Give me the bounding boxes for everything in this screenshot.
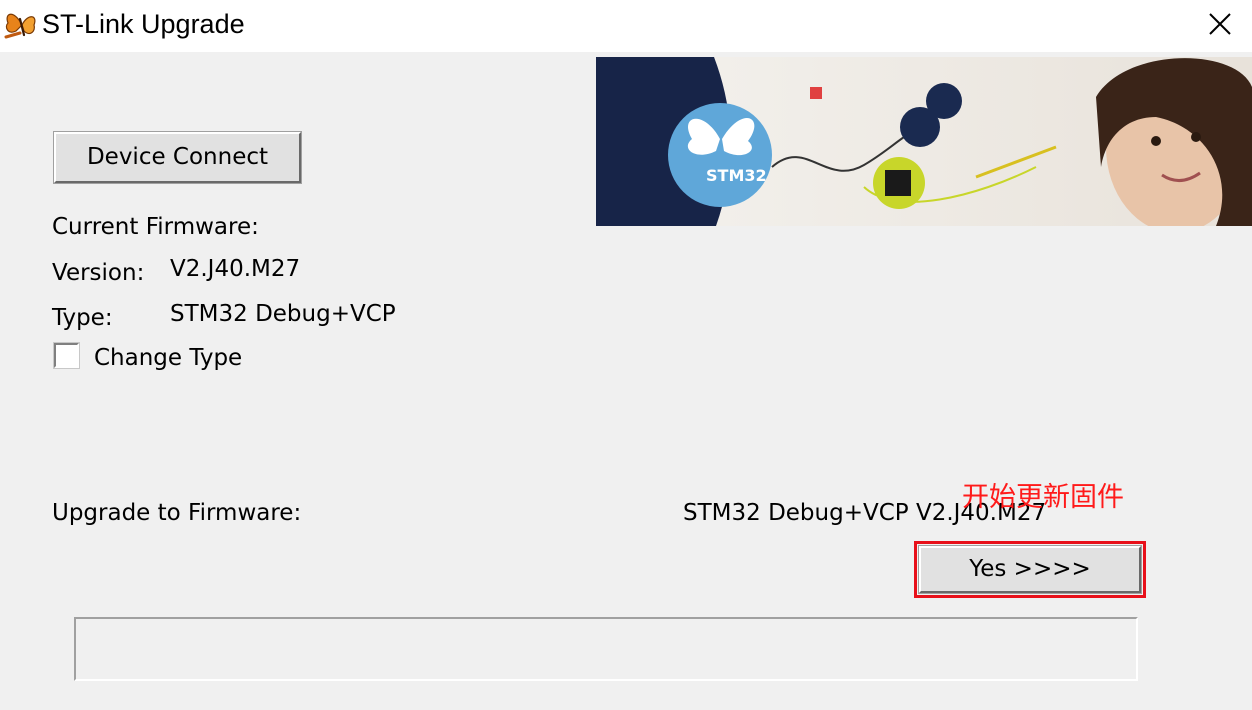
dialog-body: STM32 Device Connect Current Firmware: V… <box>0 52 1252 710</box>
title-bar: ST-Link Upgrade <box>0 0 1252 52</box>
change-type-checkbox[interactable] <box>53 342 80 369</box>
window-title: ST-Link Upgrade <box>42 9 245 39</box>
annotation-label: 开始更新固件 <box>962 482 1124 513</box>
close-icon[interactable] <box>1196 4 1244 44</box>
annotation-highlight-box <box>914 541 1146 598</box>
version-value: V2.J40.M27 <box>170 256 301 282</box>
type-value: STM32 Debug+VCP <box>170 301 396 327</box>
version-label: Version: <box>52 260 145 286</box>
device-connect-button[interactable]: Device Connect <box>53 131 302 184</box>
butterfly-app-icon <box>4 13 36 39</box>
change-type-label[interactable]: Change Type <box>94 343 242 373</box>
upgrade-to-firmware-label: Upgrade to Firmware: <box>52 500 302 526</box>
type-label: Type: <box>52 305 113 331</box>
current-firmware-heading: Current Firmware: <box>52 214 259 240</box>
banner-logo-text: STM32 <box>706 166 767 185</box>
upgrade-progress-bar <box>74 617 1138 681</box>
stm32-banner-image: STM32 <box>596 57 1252 226</box>
